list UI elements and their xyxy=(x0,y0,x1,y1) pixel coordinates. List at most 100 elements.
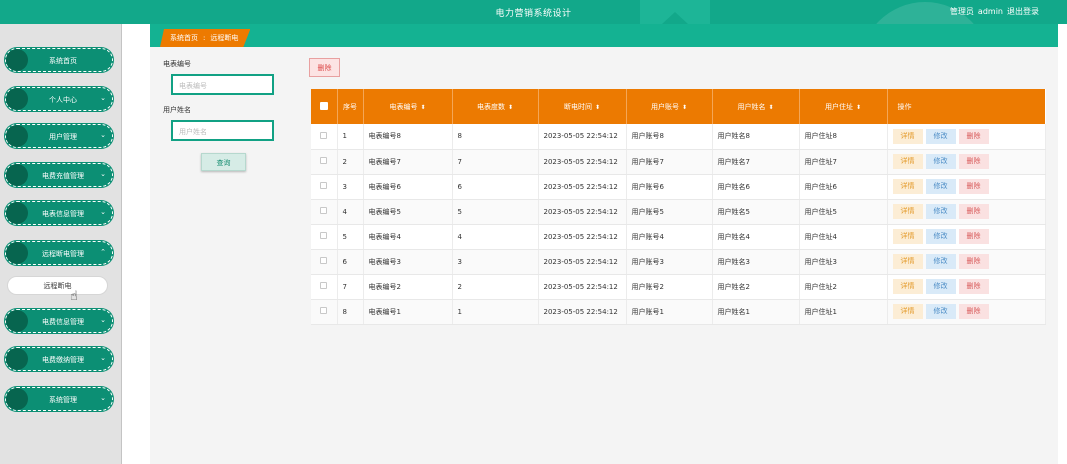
row-checkbox-cell[interactable] xyxy=(311,199,338,225)
cell-name: 用户姓名1 xyxy=(712,299,800,325)
cell-actions: 详情 修改 删除 xyxy=(887,299,1046,325)
menu-dot-icon xyxy=(6,125,28,147)
row-checkbox-cell[interactable] xyxy=(311,174,338,200)
edit-button[interactable]: 修改 xyxy=(925,128,956,144)
edit-button[interactable]: 修改 xyxy=(925,254,956,269)
detail-button[interactable]: 详情 xyxy=(892,229,923,244)
sidebar-subitem-remote-poweroff[interactable]: 远程断电 xyxy=(7,276,108,295)
sidebar-item-home[interactable]: 系统首页 xyxy=(5,48,113,72)
main-content: 删除 序号 电表编号 ⬍ 电表度数 ⬍ 断电时间 ⬍ 用户账号 ⬍ 用户姓名 ⬍ 用户住址… xyxy=(295,47,1058,464)
batch-delete-button[interactable]: 删除 xyxy=(309,58,340,77)
sidebar-item-profile[interactable]: 个人中心 ⌄ xyxy=(5,87,113,111)
cell-account: 用户账号7 xyxy=(626,149,713,175)
cell-address: 用户住址2 xyxy=(799,274,888,300)
edit-button[interactable]: 修改 xyxy=(925,229,956,244)
sidebar-item-users[interactable]: 用户管理 ⌄ xyxy=(5,124,113,148)
cell-address: 用户住址1 xyxy=(799,299,888,325)
delete-button[interactable]: 删除 xyxy=(958,254,989,269)
cell-name: 用户姓名4 xyxy=(712,224,800,250)
detail-button[interactable]: 详情 xyxy=(892,204,923,219)
sidebar-item-meter-info[interactable]: 电表信息管理 ⌄ xyxy=(5,201,113,225)
col-header-meter[interactable]: 电表编号 ⬍ xyxy=(363,89,453,124)
delete-button[interactable]: 删除 xyxy=(958,229,989,244)
col-header-name[interactable]: 用户姓名 ⬍ xyxy=(712,89,800,124)
col-header-time[interactable]: 断电时间 ⬍ xyxy=(538,89,627,124)
edit-button[interactable]: 修改 xyxy=(925,154,956,169)
cell-time: 2023-05-05 22:54:12 xyxy=(538,224,627,250)
row-checkbox[interactable] xyxy=(320,131,328,139)
delete-button[interactable]: 删除 xyxy=(958,304,989,319)
sort-icon[interactable]: ⬍ xyxy=(595,104,600,111)
detail-button[interactable]: 详情 xyxy=(892,279,923,294)
cell-actions: 详情 修改 删除 xyxy=(887,249,1046,275)
delete-button[interactable]: 删除 xyxy=(958,279,989,294)
cell-actions: 详情 修改 删除 xyxy=(887,124,1046,150)
row-checkbox[interactable] xyxy=(320,232,328,239)
delete-button[interactable]: 删除 xyxy=(958,179,989,194)
row-checkbox-cell[interactable] xyxy=(311,249,338,275)
sort-icon[interactable]: ⬍ xyxy=(420,104,425,111)
table-row: 1 电表编号8 8 2023-05-05 22:54:12 用户账号8 用户姓名8 用户住址… xyxy=(311,124,1046,150)
row-checkbox-cell[interactable] xyxy=(311,124,338,150)
sidebar-item-bill-payment[interactable]: 电费缴纳管理 ⌄ xyxy=(5,347,113,371)
row-checkbox[interactable] xyxy=(320,257,328,264)
edit-button[interactable]: 修改 xyxy=(925,179,956,194)
delete-button[interactable]: 删除 xyxy=(958,204,989,219)
breadcrumb-home[interactable]: 系统首页 xyxy=(170,34,198,42)
row-checkbox[interactable] xyxy=(320,307,328,314)
edit-button[interactable]: 修改 xyxy=(925,304,956,319)
delete-button[interactable]: 删除 xyxy=(958,154,989,169)
sidebar-item-label: 系统首页 xyxy=(49,57,77,65)
row-checkbox-cell[interactable] xyxy=(311,299,338,325)
detail-button[interactable]: 详情 xyxy=(892,128,923,144)
sort-icon[interactable]: ⬍ xyxy=(508,104,513,111)
row-checkbox-cell[interactable] xyxy=(311,224,338,250)
table-header-row: 序号 电表编号 ⬍ 电表度数 ⬍ 断电时间 ⬍ 用户账号 ⬍ 用户姓名 ⬍ 用户住址 ⬍ 操… xyxy=(311,89,1045,124)
user-name-input[interactable]: 用户姓名 xyxy=(171,120,274,141)
row-checkbox[interactable] xyxy=(320,182,328,189)
sidebar-item-recharge[interactable]: 电费充值管理 ⌄ xyxy=(5,163,113,187)
detail-button[interactable]: 详情 xyxy=(892,154,923,169)
cell-account: 用户账号3 xyxy=(626,249,713,275)
cell-actions: 详情 修改 删除 xyxy=(887,199,1046,225)
edit-button[interactable]: 修改 xyxy=(925,204,956,219)
meter-number-input[interactable]: 电表编号 xyxy=(171,74,274,95)
user-info: 管理员 admin 退出登录 xyxy=(946,6,1039,17)
cell-meter: 电表编号2 xyxy=(363,274,453,300)
edit-button[interactable]: 修改 xyxy=(925,279,956,294)
cell-name: 用户姓名8 xyxy=(712,124,800,150)
user-role: 管理员 xyxy=(949,7,974,16)
row-checkbox-cell[interactable] xyxy=(311,149,338,175)
search-button[interactable]: 查询 xyxy=(201,153,246,171)
row-checkbox-cell[interactable] xyxy=(311,274,338,300)
sort-icon[interactable]: ⬍ xyxy=(856,104,861,111)
table-row: 7 电表编号2 2 2023-05-05 22:54:12 用户账号2 用户姓名2 用户住址… xyxy=(311,274,1046,300)
cell-reading: 7 xyxy=(452,149,539,175)
col-header-reading[interactable]: 电表度数 ⬍ xyxy=(452,89,539,124)
cell-time: 2023-05-05 22:54:12 xyxy=(538,249,627,275)
sidebar-item-label: 远程断电管理 xyxy=(42,250,84,258)
col-header-address[interactable]: 用户住址 ⬍ xyxy=(799,89,888,124)
sidebar-item-bill-info[interactable]: 电费信息管理 ⌄ xyxy=(5,309,113,333)
sidebar-item-label: 系统管理 xyxy=(49,396,77,404)
sort-icon[interactable]: ⬍ xyxy=(768,104,773,111)
sidebar-item-remote-poweroff[interactable]: 远程断电管理 ⌃ xyxy=(5,241,113,265)
cell-index: 8 xyxy=(337,299,364,325)
row-checkbox[interactable] xyxy=(320,282,328,289)
detail-button[interactable]: 详情 xyxy=(892,179,923,194)
delete-button[interactable]: 删除 xyxy=(958,128,989,144)
select-all-checkbox[interactable] xyxy=(319,101,328,110)
row-checkbox[interactable] xyxy=(320,157,328,164)
row-checkbox[interactable] xyxy=(320,207,328,214)
chevron-down-icon: ⌄ xyxy=(100,394,106,402)
detail-button[interactable]: 详情 xyxy=(892,254,923,269)
cell-account: 用户账号8 xyxy=(626,124,713,150)
sort-icon[interactable]: ⬍ xyxy=(682,104,687,111)
sidebar-item-system[interactable]: 系统管理 ⌄ xyxy=(5,387,113,411)
select-all-header[interactable] xyxy=(311,89,338,124)
col-header-account[interactable]: 用户账号 ⬍ xyxy=(626,89,713,124)
detail-button[interactable]: 详情 xyxy=(892,304,923,319)
cell-name: 用户姓名7 xyxy=(712,149,800,175)
logout-link[interactable]: 退出登录 xyxy=(1007,7,1039,16)
cell-meter: 电表编号8 xyxy=(363,124,453,150)
